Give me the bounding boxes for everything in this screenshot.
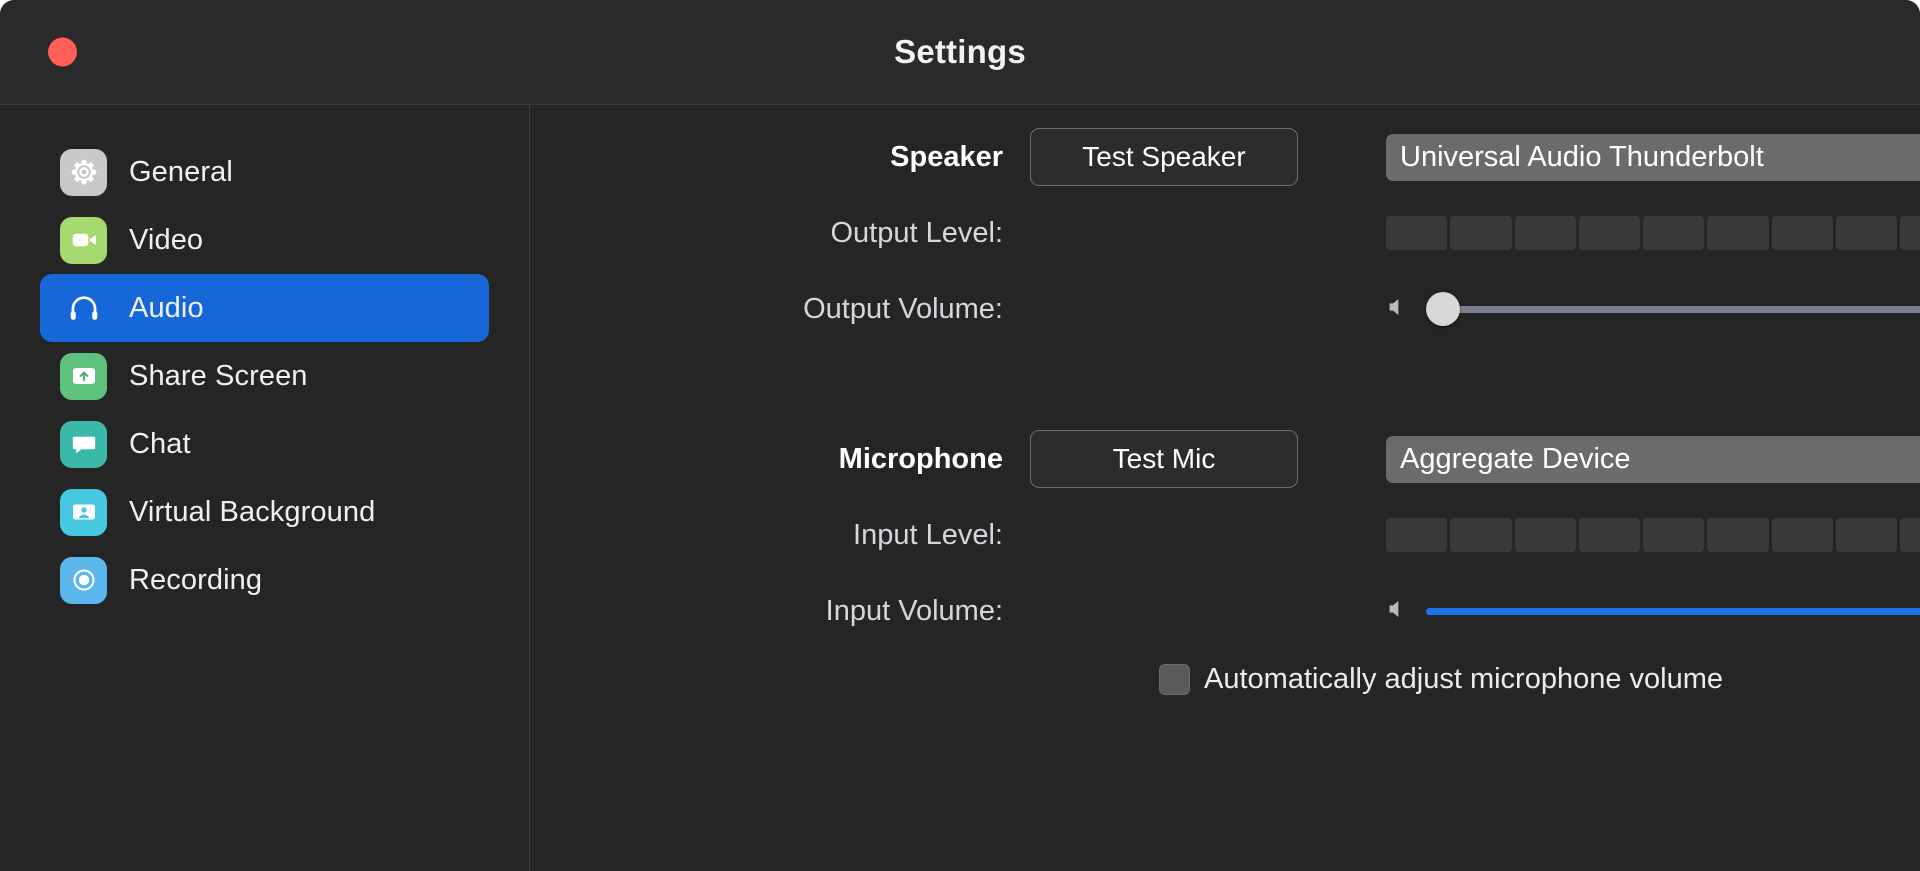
meter-segment [1386, 518, 1448, 552]
output-volume-label: Output Volume: [803, 292, 1003, 325]
meter-segment [1450, 216, 1512, 250]
meter-segment [1643, 518, 1705, 552]
sidebar-item-general[interactable]: General [40, 138, 489, 206]
slider-track-line [1426, 305, 1920, 313]
meter-segment [1771, 216, 1834, 250]
meter-segment [1514, 518, 1576, 552]
input-level-row: Input Level: [530, 497, 1920, 573]
speaker-device-row: Speaker Test Speaker Universal Audio Thu… [530, 119, 1920, 195]
microphone-section: Microphone Test Mic Aggregate Device Inp… [530, 421, 1920, 709]
record-circle-icon [60, 556, 107, 604]
speaker-mute-icon [1386, 294, 1412, 325]
input-level-label: Input Level: [853, 518, 1003, 551]
meter-segment [1514, 216, 1576, 250]
microphone-label: Microphone [838, 442, 1003, 475]
microphone-device-select[interactable]: Aggregate Device [1386, 435, 1920, 483]
meter-segment [1836, 216, 1898, 250]
share-screen-icon [60, 352, 107, 400]
meter-segment [1450, 518, 1512, 552]
meter-segment [1386, 216, 1448, 250]
auto-adjust-row[interactable]: Automatically adjust microphone volume [1030, 649, 1920, 709]
output-level-label: Output Level: [830, 216, 1004, 249]
speaker-device-value: Universal Audio Thunderbolt [1400, 140, 1764, 173]
input-volume-slider[interactable] [1426, 597, 1920, 625]
gear-icon [60, 148, 107, 196]
sidebar-item-video[interactable]: Video [40, 206, 489, 274]
meter-segment [1836, 518, 1898, 552]
output-volume-slider[interactable] [1425, 292, 1920, 326]
settings-window: Settings General Video Audio Share Scree… [0, 0, 1920, 871]
sidebar-item-label: Virtual Background [129, 495, 376, 528]
page-title: Settings [894, 33, 1026, 70]
meter-segment [1900, 216, 1920, 250]
headphones-icon [60, 285, 107, 332]
meter-segment [1771, 518, 1834, 552]
title-bar: Settings [0, 0, 1920, 105]
meter-segment [1643, 216, 1705, 250]
sidebar-item-label: Chat [129, 427, 191, 460]
microphone-device-value: Aggregate Device [1400, 442, 1631, 475]
speaker-device-select[interactable]: Universal Audio Thunderbolt [1386, 133, 1920, 181]
speaker-label: Speaker [890, 140, 1003, 173]
video-camera-icon [60, 216, 107, 264]
input-level-meter [1386, 518, 1920, 552]
sidebar-item-label: Share Screen [129, 359, 308, 392]
sidebar-item-chat[interactable]: Chat [40, 410, 489, 478]
meter-segment [1707, 216, 1769, 250]
sidebar-item-recording[interactable]: Recording [40, 546, 489, 614]
sidebar-item-virtual-background[interactable]: Virtual Background [40, 478, 489, 546]
person-frame-icon [60, 488, 107, 536]
sidebar-item-label: Recording [129, 563, 263, 596]
audio-settings-panel: Speaker Test Speaker Universal Audio Thu… [530, 105, 1920, 871]
slider-thumb[interactable] [1425, 292, 1460, 326]
sidebar-item-label: Video [129, 223, 204, 256]
input-volume-label: Input Volume: [825, 594, 1003, 627]
mic-quiet-icon [1386, 596, 1412, 627]
sidebar-item-share-screen[interactable]: Share Screen [40, 342, 489, 410]
output-volume-slider-wrap [1386, 292, 1920, 326]
meter-segment [1900, 518, 1920, 552]
auto-adjust-checkbox[interactable] [1159, 663, 1190, 695]
settings-sidebar: General Video Audio Share Screen Chat Vi… [0, 105, 530, 871]
input-volume-slider-wrap [1386, 596, 1920, 627]
slider-track-fill [1426, 607, 1920, 615]
sidebar-item-audio[interactable]: Audio [40, 274, 489, 342]
test-speaker-button[interactable]: Test Speaker [1030, 128, 1298, 186]
auto-adjust-label: Automatically adjust microphone volume [1204, 662, 1724, 695]
speaker-section: Speaker Test Speaker Universal Audio Thu… [530, 119, 1920, 347]
output-level-row: Output Level: [530, 195, 1920, 271]
meter-segment [1578, 518, 1641, 552]
microphone-device-row: Microphone Test Mic Aggregate Device [530, 421, 1920, 497]
test-mic-button[interactable]: Test Mic [1030, 430, 1298, 488]
meter-segment [1578, 216, 1641, 250]
chat-bubble-icon [60, 420, 107, 468]
output-level-meter [1386, 216, 1920, 250]
sidebar-item-label: General [129, 155, 233, 188]
output-volume-row: Output Volume: [530, 271, 1920, 347]
sidebar-item-label: Audio [129, 291, 204, 324]
input-volume-row: Input Volume: [530, 573, 1920, 649]
window-body: General Video Audio Share Screen Chat Vi… [0, 105, 1920, 871]
meter-segment [1707, 518, 1769, 552]
